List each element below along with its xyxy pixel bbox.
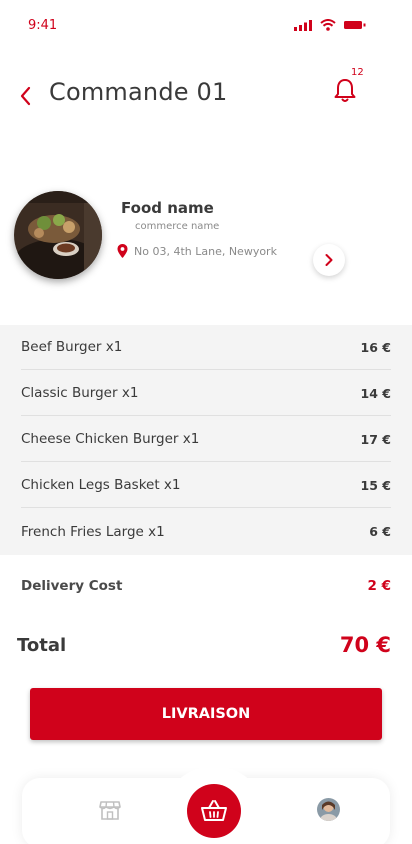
notifications-button[interactable]	[332, 76, 358, 104]
list-item: French Fries Large x1 6 €	[21, 509, 391, 554]
battery-icon	[344, 21, 366, 29]
item-price: 6 €	[369, 524, 391, 539]
livraison-button[interactable]: LIVRAISON	[30, 688, 382, 740]
item-name: Chicken Legs Basket x1	[21, 477, 181, 493]
store-photo	[14, 191, 102, 279]
header: Commande 01 12	[0, 67, 412, 122]
status-icons	[294, 19, 366, 31]
list-item: Cheese Chicken Burger x1 17 €	[21, 417, 391, 462]
page-title: Commande 01	[49, 78, 228, 106]
nav-profile-avatar[interactable]	[317, 798, 340, 821]
store-details-button[interactable]	[313, 244, 345, 276]
status-bar: 9:41	[0, 0, 412, 52]
back-button[interactable]	[16, 84, 36, 108]
item-name: Cheese Chicken Burger x1	[21, 431, 200, 447]
delivery-cost-value: 2 €	[367, 578, 392, 594]
item-name: Beef Burger x1	[21, 339, 123, 355]
list-item: Classic Burger x1 14 €	[21, 371, 391, 416]
store-icon	[99, 801, 121, 820]
item-name: Classic Burger x1	[21, 385, 139, 401]
wifi-icon	[320, 19, 336, 31]
item-price: 17 €	[360, 431, 391, 447]
store-address-text: No 03, 4th Lane, Newyork	[134, 244, 277, 258]
total-label: Total	[17, 634, 67, 656]
location-pin-icon	[117, 244, 128, 258]
store-name: Food name	[121, 199, 214, 217]
delivery-cost-row: Delivery Cost 2 €	[21, 575, 391, 597]
signal-icon	[294, 19, 312, 31]
nav-store-button[interactable]	[99, 800, 121, 820]
item-price: 16 €	[360, 339, 391, 355]
chevron-left-icon	[20, 86, 31, 106]
order-items-list: Beef Burger x1 16 € Classic Burger x1 14…	[0, 325, 412, 555]
total-value: 70 €	[339, 633, 391, 657]
total-row: Total 70 €	[17, 630, 391, 660]
status-time: 9:41	[28, 18, 58, 33]
store-address: No 03, 4th Lane, Newyork	[117, 244, 277, 258]
list-item: Beef Burger x1 16 €	[21, 325, 391, 370]
bell-icon	[334, 79, 356, 102]
item-price: 15 €	[360, 477, 391, 493]
notification-badge: 12	[351, 67, 364, 78]
chevron-right-icon	[325, 254, 333, 266]
item-name: French Fries Large x1	[21, 523, 165, 540]
list-item: Chicken Legs Basket x1 15 €	[21, 463, 391, 508]
nav-basket-button[interactable]	[187, 784, 241, 838]
basket-icon	[201, 800, 227, 821]
delivery-cost-label: Delivery Cost	[21, 578, 123, 594]
store-card: Food name commerce name No 03, 4th Lane,…	[0, 186, 412, 286]
store-commerce-name: commerce name	[135, 221, 220, 232]
item-price: 14 €	[360, 385, 391, 401]
avatar	[317, 798, 340, 821]
